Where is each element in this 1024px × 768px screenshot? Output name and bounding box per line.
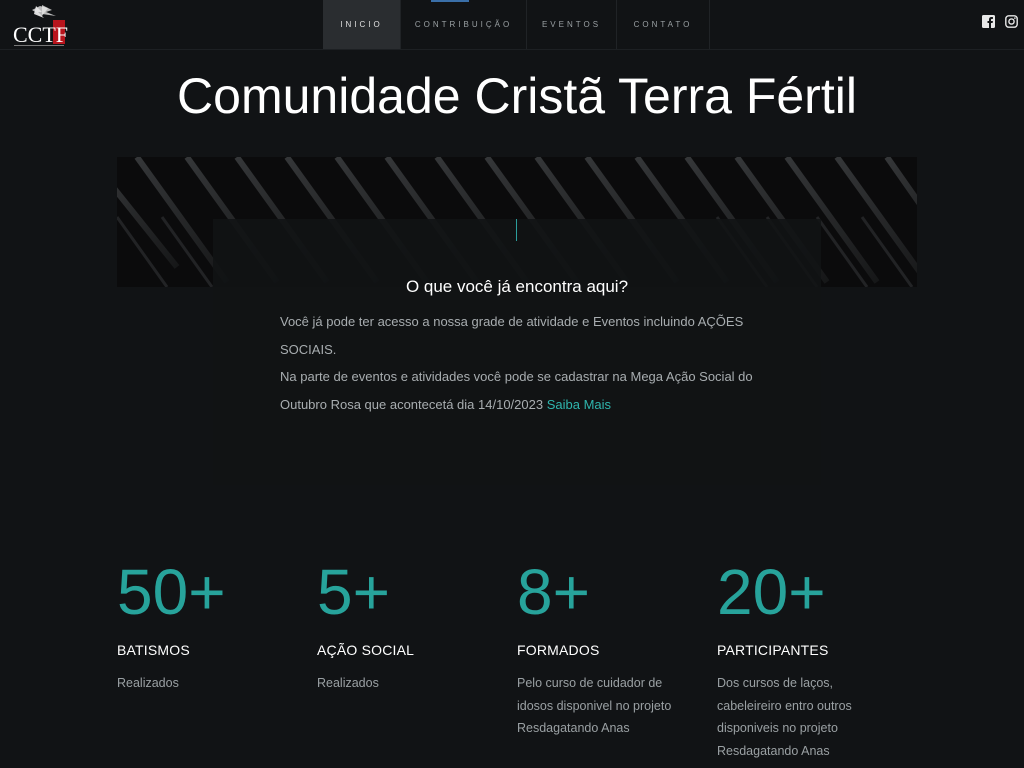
nav-item-contribuicao[interactable]: CONTRIBUIÇÃO bbox=[401, 0, 527, 49]
stats-section: 50+ BATISMOS Realizados 5+ AÇÃO SOCIAL R… bbox=[117, 556, 917, 762]
stat-label: BATISMOS bbox=[117, 642, 190, 658]
card-body: Você já pode ter acesso a nossa grade de… bbox=[280, 308, 760, 418]
main-nav: INICIO CONTRIBUIÇÃO EVENTOS CONTATO bbox=[323, 0, 710, 49]
info-card: O que você já encontra aqui? Você já pod… bbox=[213, 219, 821, 485]
stat-label: FORMADOS bbox=[517, 642, 600, 658]
logo[interactable]: CCTF bbox=[12, 2, 70, 48]
nav-item-label: INICIO bbox=[340, 20, 383, 29]
stat-label: AÇÃO SOCIAL bbox=[317, 642, 415, 658]
nav-item-inicio[interactable]: INICIO bbox=[323, 0, 401, 49]
stat-item: 50+ BATISMOS Realizados bbox=[117, 556, 317, 762]
stat-item: 5+ AÇÃO SOCIAL Realizados bbox=[317, 556, 517, 762]
nav-item-contato[interactable]: CONTATO bbox=[617, 0, 710, 49]
nav-item-label: CONTRIBUIÇÃO bbox=[414, 20, 513, 29]
stat-number: 8+ bbox=[517, 556, 590, 628]
nav-item-label: EVENTOS bbox=[541, 20, 602, 29]
stat-item: 20+ PARTICIPANTES Dos cursos de laços, c… bbox=[717, 556, 917, 762]
nav-item-eventos[interactable]: EVENTOS bbox=[527, 0, 617, 49]
svg-text:CCTF: CCTF bbox=[13, 22, 68, 47]
stat-description: Realizados bbox=[117, 676, 179, 690]
stat-number: 20+ bbox=[717, 556, 826, 628]
stat-number: 50+ bbox=[117, 556, 226, 628]
nav-active-indicator bbox=[431, 0, 469, 2]
page-title: Comunidade Cristã Terra Fértil bbox=[177, 68, 857, 124]
site-header: CCTF INICIO CONTRIBUIÇÃO EVENTOS CONTATO bbox=[0, 0, 1024, 50]
card-title: O que você já encontra aqui? bbox=[405, 277, 629, 296]
facebook-icon[interactable] bbox=[982, 15, 995, 28]
stat-description: Realizados bbox=[317, 676, 379, 690]
social-links bbox=[982, 15, 1018, 28]
card-text-line: Você já pode ter acesso a nossa grade de… bbox=[280, 314, 744, 357]
saiba-mais-link[interactable]: Saiba Mais bbox=[547, 397, 611, 412]
instagram-icon[interactable] bbox=[1005, 15, 1018, 28]
stat-item: 8+ FORMADOS Pelo curso de cuidador de id… bbox=[517, 556, 717, 762]
stat-description: Dos cursos de laços, cabeleireiro entro … bbox=[717, 676, 852, 758]
stat-label: PARTICIPANTES bbox=[717, 642, 829, 658]
divider-line bbox=[516, 219, 517, 241]
stat-number: 5+ bbox=[317, 556, 390, 628]
card-text-line: Na parte de eventos e atividades você po… bbox=[280, 369, 753, 412]
stat-description: Pelo curso de cuidador de idosos disponi… bbox=[517, 676, 672, 735]
nav-item-label: CONTATO bbox=[633, 20, 693, 29]
